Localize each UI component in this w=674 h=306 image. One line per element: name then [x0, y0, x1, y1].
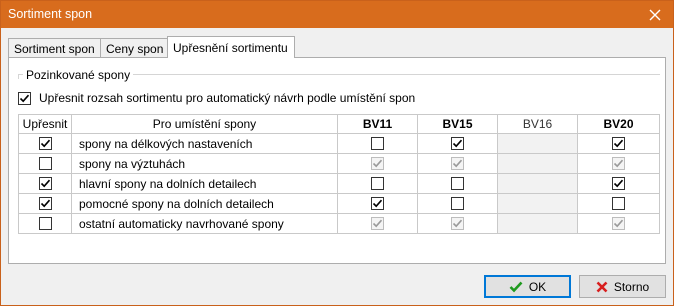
bv20-cell	[577, 133, 660, 154]
table-row: hlavní spony na dolních detailech	[18, 173, 660, 194]
check-icon	[613, 139, 624, 148]
check-icon	[613, 179, 624, 188]
group-separator-left	[18, 74, 19, 79]
close-icon	[649, 9, 661, 20]
bv11-checkbox[interactable]	[371, 197, 384, 210]
bv15-checkbox	[451, 217, 464, 230]
tab-upresneni-sortimentu[interactable]: Upřesnění sortimentu	[167, 36, 295, 58]
check-icon	[452, 139, 463, 148]
tab-sortiment-spon[interactable]: Sortiment spon	[8, 38, 101, 57]
bv20-cell	[577, 153, 660, 174]
bv20-checkbox	[612, 157, 625, 170]
tab-ceny-spon[interactable]: Ceny spon	[100, 38, 168, 57]
bv11-cell	[337, 193, 418, 214]
bv11-checkbox[interactable]	[371, 177, 384, 190]
placement-name: spony na výztuhách	[71, 153, 338, 174]
bv16-cell	[497, 213, 578, 234]
bv15-cell	[417, 133, 498, 154]
check-icon	[509, 281, 523, 293]
bv11-cell	[337, 173, 418, 194]
bv20-cell	[577, 193, 660, 214]
group-label: Pozinkované spony	[23, 68, 134, 82]
check-icon	[40, 179, 50, 188]
ok-button[interactable]: OK	[484, 275, 571, 298]
header-bv11: BV11	[337, 114, 418, 134]
row-refine-checkbox[interactable]	[38, 197, 52, 210]
title-bar[interactable]: Sortiment spon	[1, 1, 673, 28]
check-icon	[372, 159, 383, 168]
x-icon	[596, 281, 608, 293]
check-icon	[372, 199, 383, 208]
refine-cell	[18, 173, 72, 194]
placement-table: Upřesnit Pro umístění spony BV11 BV15 BV…	[18, 114, 660, 234]
bv20-cell	[577, 173, 660, 194]
bv15-cell	[417, 213, 498, 234]
header-refine: Upřesnit	[18, 114, 72, 134]
header-placement: Pro umístění spony	[71, 114, 338, 134]
cancel-label: Storno	[613, 279, 650, 294]
refine-cell	[18, 133, 72, 154]
ok-label: OK	[528, 279, 547, 294]
bv11-checkbox	[371, 217, 384, 230]
table-row: spony na výztuhách	[18, 153, 660, 174]
check-icon	[613, 159, 624, 168]
bv20-checkbox[interactable]	[612, 137, 625, 150]
bv11-checkbox	[371, 157, 384, 170]
bv16-cell	[497, 173, 578, 194]
bv11-cell	[337, 153, 418, 174]
header-bv20: BV20	[577, 114, 660, 134]
refine-cell	[18, 213, 72, 234]
check-icon	[613, 219, 624, 228]
table-row: pomocné spony na dolních detailech	[18, 193, 660, 214]
placement-name: hlavní spony na dolních detailech	[71, 173, 338, 194]
header-bv16: BV16	[497, 114, 578, 134]
check-icon	[40, 199, 50, 208]
refine-range-checkbox[interactable]	[18, 91, 31, 105]
cancel-button[interactable]: Storno	[579, 275, 666, 298]
row-refine-checkbox[interactable]	[38, 157, 52, 170]
dialog-window: Sortiment spon Sortiment spon Ceny spon …	[0, 0, 674, 306]
table-row: spony na délkových nastaveních	[18, 133, 660, 154]
bv16-cell	[497, 193, 578, 214]
bv20-checkbox[interactable]	[612, 177, 625, 190]
table-header-row: Upřesnit Pro umístění spony BV11 BV15 BV…	[18, 114, 660, 134]
bv15-checkbox[interactable]	[451, 177, 464, 190]
bv15-checkbox	[451, 157, 464, 170]
refine-cell	[18, 153, 72, 174]
bv20-checkbox[interactable]	[612, 197, 625, 210]
placement-name: spony na délkových nastaveních	[71, 133, 338, 154]
refine-cell	[18, 193, 72, 214]
bv15-cell	[417, 193, 498, 214]
refine-range-row: Upřesnit rozsah sortimentu pro automatic…	[18, 91, 415, 105]
bv15-cell	[417, 173, 498, 194]
table-row: ostatní automaticky navrhované spony	[18, 213, 660, 234]
check-icon	[19, 94, 30, 102]
bv11-cell	[337, 213, 418, 234]
header-bv15: BV15	[417, 114, 498, 134]
bv15-cell	[417, 153, 498, 174]
placement-name: pomocné spony na dolních detailech	[71, 193, 338, 214]
row-refine-checkbox[interactable]	[38, 177, 52, 190]
row-refine-checkbox[interactable]	[38, 217, 52, 230]
check-icon	[40, 139, 50, 148]
refine-range-label: Upřesnit rozsah sortimentu pro automatic…	[39, 91, 416, 105]
bv20-cell	[577, 213, 660, 234]
placement-name: ostatní automaticky navrhované spony	[71, 213, 338, 234]
bv20-checkbox	[612, 217, 625, 230]
window-title: Sortiment spon	[8, 7, 93, 21]
bv11-cell	[337, 133, 418, 154]
bv15-checkbox[interactable]	[451, 197, 464, 210]
check-icon	[452, 219, 463, 228]
check-icon	[452, 159, 463, 168]
bv16-cell	[497, 133, 578, 154]
bv15-checkbox[interactable]	[451, 137, 464, 150]
row-refine-checkbox[interactable]	[38, 137, 52, 150]
check-icon	[372, 219, 383, 228]
bv11-checkbox[interactable]	[371, 137, 384, 150]
close-button[interactable]	[637, 1, 673, 28]
bv16-cell	[497, 153, 578, 174]
